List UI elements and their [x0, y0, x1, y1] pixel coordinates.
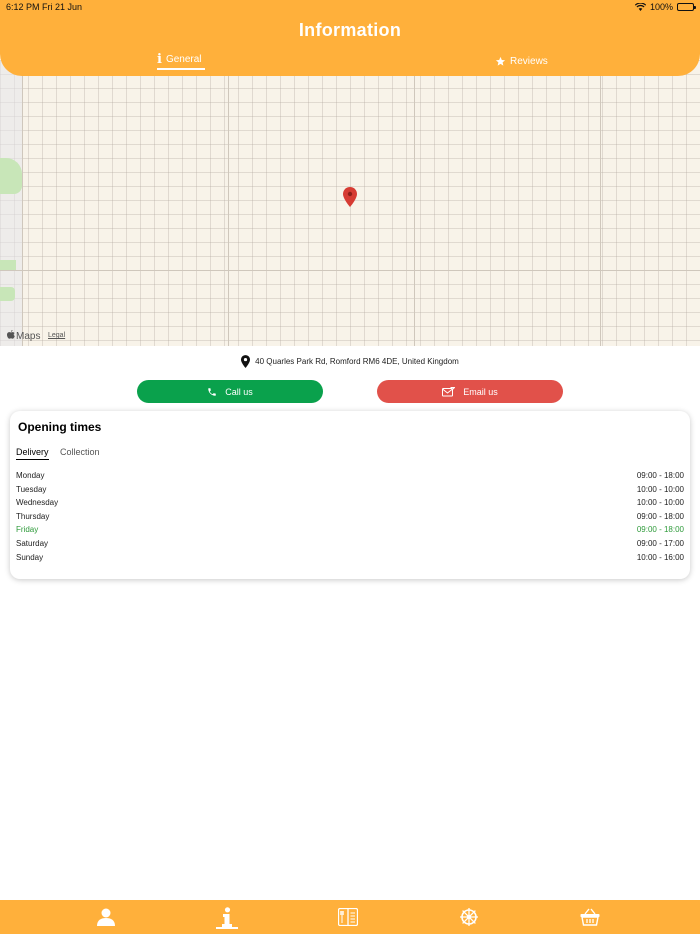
status-right: 100%	[634, 2, 696, 12]
tab-delivery[interactable]: Delivery	[16, 447, 49, 460]
status-date: Fri 21 Jun	[42, 2, 83, 12]
information-screen: 6:12 PM Fri 21 Jun 100% Information i Ge…	[0, 0, 700, 934]
info-icon	[222, 907, 232, 927]
day-label: Wednesday	[16, 498, 59, 508]
park-area	[0, 158, 22, 194]
bottom-nav	[0, 900, 700, 934]
opening-times-title: Opening times	[18, 420, 102, 434]
hours-value: 10:00 - 10:00	[636, 498, 684, 508]
hours-row-thursday: Thursday 09:00 - 18:00	[16, 512, 684, 526]
header: 6:12 PM Fri 21 Jun 100% Information i Ge…	[0, 0, 700, 76]
hours-value: 10:00 - 10:00	[636, 484, 684, 494]
battery-icon	[677, 3, 696, 11]
hours-row-monday: Monday 09:00 - 18:00	[16, 471, 684, 485]
address: 40 Quarles Park Rd, Romford RM6 4DE, Uni…	[0, 355, 700, 368]
maps-brand: Maps	[16, 331, 41, 342]
wheel-icon	[460, 908, 478, 926]
tab-reviews[interactable]: Reviews	[495, 52, 548, 70]
page-title: Information	[298, 20, 402, 40]
nav-active-indicator	[216, 927, 238, 929]
status-bar: 6:12 PM Fri 21 Jun 100%	[0, 0, 700, 14]
day-label: Saturday	[16, 538, 49, 548]
hours-list: Monday 09:00 - 18:00 Tuesday 10:00 - 10:…	[16, 471, 684, 566]
hours-value: 09:00 - 18:00	[636, 511, 684, 521]
hours-row-tuesday: Tuesday 10:00 - 10:00	[16, 485, 684, 499]
hours-row-friday: Friday 09:00 - 18:00	[16, 525, 684, 539]
call-button-label: Call us	[225, 386, 253, 397]
hours-row-sunday: Sunday 10:00 - 16:00	[16, 553, 684, 567]
park-area	[0, 260, 16, 270]
info-icon: i	[157, 51, 162, 67]
day-label: Tuesday	[16, 484, 47, 494]
hours-row-saturday: Saturday 09:00 - 17:00	[16, 539, 684, 553]
hours-value: 09:00 - 18:00	[636, 525, 684, 535]
menu-icon	[338, 908, 358, 926]
nav-wheel[interactable]	[457, 905, 481, 929]
user-icon	[97, 908, 115, 926]
address-text: 40 Quarles Park Rd, Romford RM6 4DE, Uni…	[255, 357, 459, 366]
email-button[interactable]: Email us	[377, 380, 563, 403]
wifi-icon	[634, 3, 646, 11]
hours-row-wednesday: Wednesday 10:00 - 10:00	[16, 498, 684, 512]
map-pin-icon[interactable]	[343, 187, 357, 207]
opening-times-card: Opening times Delivery Collection Monday…	[10, 411, 690, 579]
park-area	[0, 287, 15, 301]
call-button[interactable]: Call us	[137, 380, 323, 403]
star-icon	[495, 56, 506, 66]
tab-general[interactable]: i General	[157, 52, 205, 70]
tab-collection[interactable]: Collection	[60, 447, 100, 459]
day-label: Friday	[16, 525, 39, 535]
hours-value: 09:00 - 17:00	[636, 538, 684, 548]
day-label: Monday	[16, 471, 45, 480]
location-pin-icon	[241, 355, 251, 368]
nav-menu[interactable]	[336, 905, 360, 929]
battery-percent: 100%	[649, 2, 673, 12]
basket-icon	[580, 908, 600, 926]
nav-basket[interactable]	[578, 905, 602, 929]
maps-legal-link[interactable]: Legal	[48, 332, 65, 339]
status-time: 6:12 PM	[6, 2, 40, 12]
email-button-label: Email us	[463, 386, 498, 397]
nav-information[interactable]	[215, 905, 239, 929]
hours-value: 10:00 - 16:00	[636, 552, 684, 562]
map-view[interactable]: Maps Legal	[0, 60, 700, 346]
day-label: Thursday	[16, 511, 50, 521]
hours-value: 09:00 - 18:00	[636, 471, 684, 480]
tab-reviews-label: Reviews	[510, 55, 548, 67]
email-icon	[442, 386, 456, 396]
day-label: Sunday	[16, 552, 44, 562]
maps-logo: Maps	[7, 330, 40, 342]
apple-icon	[7, 330, 15, 339]
phone-icon	[208, 387, 216, 396]
nav-account[interactable]	[94, 905, 118, 929]
tab-general-label: General	[165, 53, 202, 65]
